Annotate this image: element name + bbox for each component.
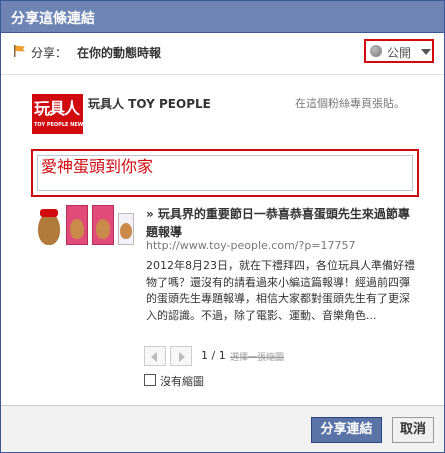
privacy-dropdown[interactable]: 公開 [364,39,434,63]
next-thumbnail-button[interactable] [170,346,192,366]
chevron-down-icon [421,49,431,55]
mr-potato-head-image [38,213,60,245]
logo-subtext: TOY PEOPLE NEWS [34,122,87,128]
no-thumbnail-label: 沒有縮圖 [160,375,204,388]
share-link-button[interactable]: 分享連結 [311,417,382,443]
no-thumbnail-checkbox[interactable] [144,374,156,386]
post-location-note: 在這個粉絲專頁張貼。 [295,97,405,110]
dialog-title-bar: 分享這條連結 [1,1,444,33]
share-link-dialog: 分享這條連結 分享： 在你的動態時報 公開 玩具人 TOY PEOPLE NEW… [0,0,445,453]
previous-thumbnail-button[interactable] [144,346,166,366]
page-name: 玩具人 TOY PEOPLE [88,97,211,111]
toy-figure-image-3 [120,223,132,239]
page-logo: 玩具人 TOY PEOPLE NEWS [32,94,87,134]
chevron-right-icon [179,352,185,362]
privacy-label: 公開 [387,46,412,60]
logo-text: 玩具人 [34,99,80,118]
choose-thumbnail-label: 選擇一張縮圖 [230,353,285,363]
cancel-button[interactable]: 取消 [392,417,434,443]
link-description[interactable]: 2012年8月23日，就在下禮拜四，各位玩具人準備好禮物了嗎？還沒有的請看過來小… [146,258,416,324]
dialog-title: 分享這條連結 [11,11,95,27]
globe-icon [370,45,382,57]
hat-shape [40,209,58,217]
share-target-selector[interactable]: 在你的動態時報 [77,44,161,61]
message-highlight [31,149,419,197]
link-url: http://www.toy-people.com/?p=17757 [146,239,356,252]
flag-icon [14,45,25,57]
share-destination-row: 分享： 在你的動態時報 公開 [1,33,444,75]
share-label: 分享： [31,46,68,60]
chevron-left-icon [151,352,157,362]
link-title[interactable]: » 玩具界的重要節日一恭喜恭喜蛋頭先生來過節專題報導 [146,205,416,241]
message-input[interactable] [37,155,413,191]
toy-figure-image [70,219,84,239]
dialog-footer: 分享連結 取消 [1,405,444,452]
thumbnail-count: 1 / 1 [201,349,226,362]
link-thumbnail [36,205,136,261]
toy-figure-image-2 [96,219,110,239]
